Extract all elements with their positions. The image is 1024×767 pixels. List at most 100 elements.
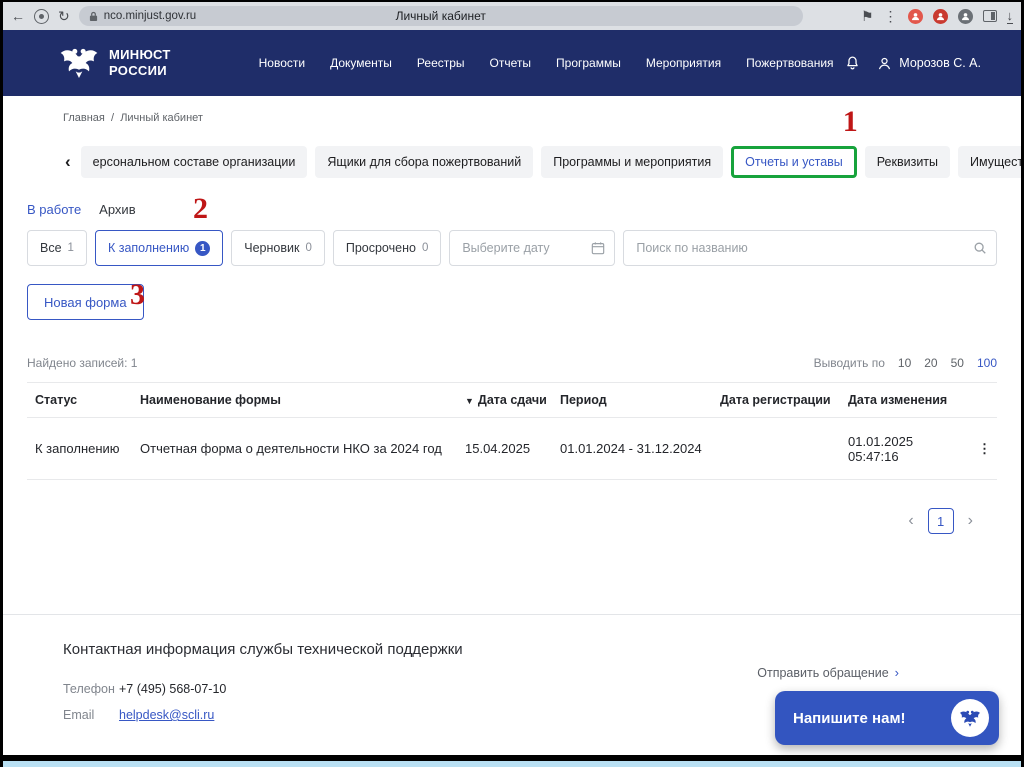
cell-status: К заполнению (35, 441, 120, 456)
extension-avatar-icon[interactable] (907, 8, 923, 24)
side-panel-icon[interactable] (982, 10, 997, 22)
per-page-50[interactable]: 50 (951, 356, 964, 370)
filter-draft[interactable]: Черновик 0 (231, 230, 325, 266)
browser-toolbar: ← ↻ nco.minjust.gov.ru Личный кабинет ⚑ … (3, 2, 1021, 30)
search-icon[interactable] (973, 241, 987, 255)
status-subtabs: В работе Архив (27, 202, 1021, 217)
date-filter (449, 230, 616, 266)
calendar-icon[interactable] (591, 241, 605, 255)
nav-events[interactable]: Мероприятия (646, 56, 721, 70)
filter-row: Все 1 К заполнению 1 Черновик 0 Просрочено 0 (27, 230, 997, 266)
cell-period: 01.01.2024 - 31.12.2024 (560, 441, 702, 456)
to-fill-badge: 1 (195, 240, 211, 256)
sort-desc-icon: ▼ (465, 396, 474, 406)
pagination: ‹ 1 › (3, 508, 973, 534)
subtab-in-progress[interactable]: В работе (27, 202, 81, 217)
extension-avatar2-icon[interactable] (932, 8, 948, 24)
nav-programs[interactable]: Программы (556, 56, 621, 70)
subtab-archive[interactable]: Архив (99, 202, 135, 217)
url-text: nco.minjust.gov.ru (103, 10, 197, 22)
slide-blue-strip (3, 761, 1021, 767)
phone-value: +7 (495) 568-07-10 (119, 682, 227, 696)
filter-overdue[interactable]: Просрочено 0 (332, 230, 442, 266)
chat-button[interactable]: Напишите нам! (775, 691, 999, 745)
search-filter (623, 230, 997, 266)
breadcrumb: Главная / Личный кабинет (3, 96, 1021, 124)
section-tabs: ‹ ерсональном составе организации Ящики … (63, 107, 1021, 178)
per-page-100[interactable]: 100 (977, 356, 997, 370)
cell-due-date: 15.04.2025 (465, 441, 531, 456)
tab-donation-boxes[interactable]: Ящики для сбора пожертвований (315, 146, 534, 178)
page-next-icon[interactable]: › (968, 512, 973, 530)
annotation-1: 1 (842, 105, 858, 138)
address-bar[interactable]: nco.minjust.gov.ru Личный кабинет (78, 6, 803, 26)
eagle-emblem-icon (59, 44, 99, 82)
new-form-button[interactable]: Новая форма (27, 284, 144, 320)
refresh-icon[interactable]: ↻ (58, 9, 70, 23)
row-menu-icon[interactable]: ⋮ (970, 433, 995, 465)
lock-icon (89, 11, 98, 22)
per-page-20[interactable]: 20 (924, 356, 937, 370)
send-request-link[interactable]: Отправить обращение › (757, 665, 899, 680)
filter-to-fill[interactable]: К заполнению 1 (94, 230, 224, 266)
email-link[interactable]: helpdesk@scli.ru (119, 708, 214, 722)
bell-icon[interactable] (844, 55, 861, 72)
page-footer: Контактная информация службы технической… (3, 614, 1021, 755)
profile-icon[interactable] (957, 8, 973, 24)
user-menu[interactable]: Морозов С. А. (877, 56, 981, 71)
table-row[interactable]: К заполнению Отчетная форма о деятельнос… (27, 418, 997, 480)
page-1[interactable]: 1 (927, 508, 954, 534)
phone-label: Телефон (63, 682, 115, 696)
download-icon[interactable]: ↓ (1006, 9, 1013, 24)
browser-menu-icon[interactable]: ⋮ (884, 9, 898, 23)
per-page-label: Выводить по (813, 356, 885, 370)
support-title: Контактная информация службы технической… (63, 641, 463, 658)
breadcrumb-current: Личный кабинет (120, 112, 203, 124)
col-reg-date[interactable]: Дата регистрации (712, 383, 840, 417)
nav-registries[interactable]: Реестры (417, 56, 465, 70)
col-period[interactable]: Период (552, 383, 712, 417)
tab-reports-charters[interactable]: Отчеты и уставы 1 (731, 107, 858, 178)
cell-modified: 01.01.2025 05:47:16 (848, 433, 914, 464)
user-icon (877, 56, 892, 71)
nav-donations[interactable]: Пожертвования (746, 56, 833, 70)
send-request-chevron-icon: › (894, 665, 899, 680)
filter-all[interactable]: Все 1 (27, 230, 87, 266)
chat-emblem-icon (951, 699, 989, 737)
tab-property[interactable]: Имущество (958, 146, 1021, 178)
page-prev-icon[interactable]: ‹ (908, 512, 913, 530)
per-page-10[interactable]: 10 (898, 356, 911, 370)
reports-table: Статус Наименование формы ▼ Дата сдачи Пе… (27, 382, 997, 480)
col-form-name[interactable]: Наименование формы (132, 383, 457, 417)
tab-requisites[interactable]: Реквизиты (864, 146, 951, 178)
breadcrumb-separator: / (111, 112, 115, 124)
nav-news[interactable]: Новости (259, 56, 305, 70)
annotation-3: 3 (130, 278, 145, 311)
col-modified[interactable]: Дата изменения (840, 383, 970, 417)
col-status[interactable]: Статус (27, 383, 132, 417)
screenshot-frame: ← ↻ nco.minjust.gov.ru Личный кабинет ⚑ … (0, 0, 1024, 767)
col-due-date[interactable]: ▼ Дата сдачи (457, 383, 552, 417)
main-nav: Новости Документы Реестры Отчеты Програм… (259, 56, 834, 70)
tab-programs-events[interactable]: Программы и мероприятия (541, 146, 724, 178)
table-header-row: Статус Наименование формы ▼ Дата сдачи Пе… (27, 383, 997, 418)
tab-personnel[interactable]: ерсональном составе организации (80, 146, 308, 178)
cell-reg-date (712, 441, 840, 457)
records-found: Найдено записей: 1 (27, 356, 138, 370)
per-page-selector: Выводить по 10 20 50 100 (814, 356, 997, 370)
back-icon[interactable]: ← (11, 9, 25, 23)
page-content: 2 3 Главная / Личный кабинет ‹ ерсональн… (3, 96, 1021, 614)
search-input[interactable] (623, 230, 997, 266)
brand-text: МИНЮСТ РОССИИ (109, 46, 171, 78)
email-label: Email (63, 708, 95, 722)
nav-reports[interactable]: Отчеты (490, 56, 531, 70)
annotation-2: 2 (193, 192, 208, 225)
breadcrumb-home[interactable]: Главная (63, 112, 105, 124)
bookmark-icon[interactable]: ⚑ (861, 9, 874, 23)
cell-form-name: Отчетная форма о деятельности НКО за 202… (140, 441, 442, 456)
minjust-logo[interactable]: МИНЮСТ РОССИИ (59, 44, 171, 82)
results-row: Найдено записей: 1 Выводить по 10 20 50 … (27, 356, 997, 370)
profile-badge-icon[interactable] (34, 8, 49, 24)
nav-documents[interactable]: Документы (330, 56, 392, 70)
tabs-scroll-left-icon[interactable]: ‹ (63, 152, 73, 172)
